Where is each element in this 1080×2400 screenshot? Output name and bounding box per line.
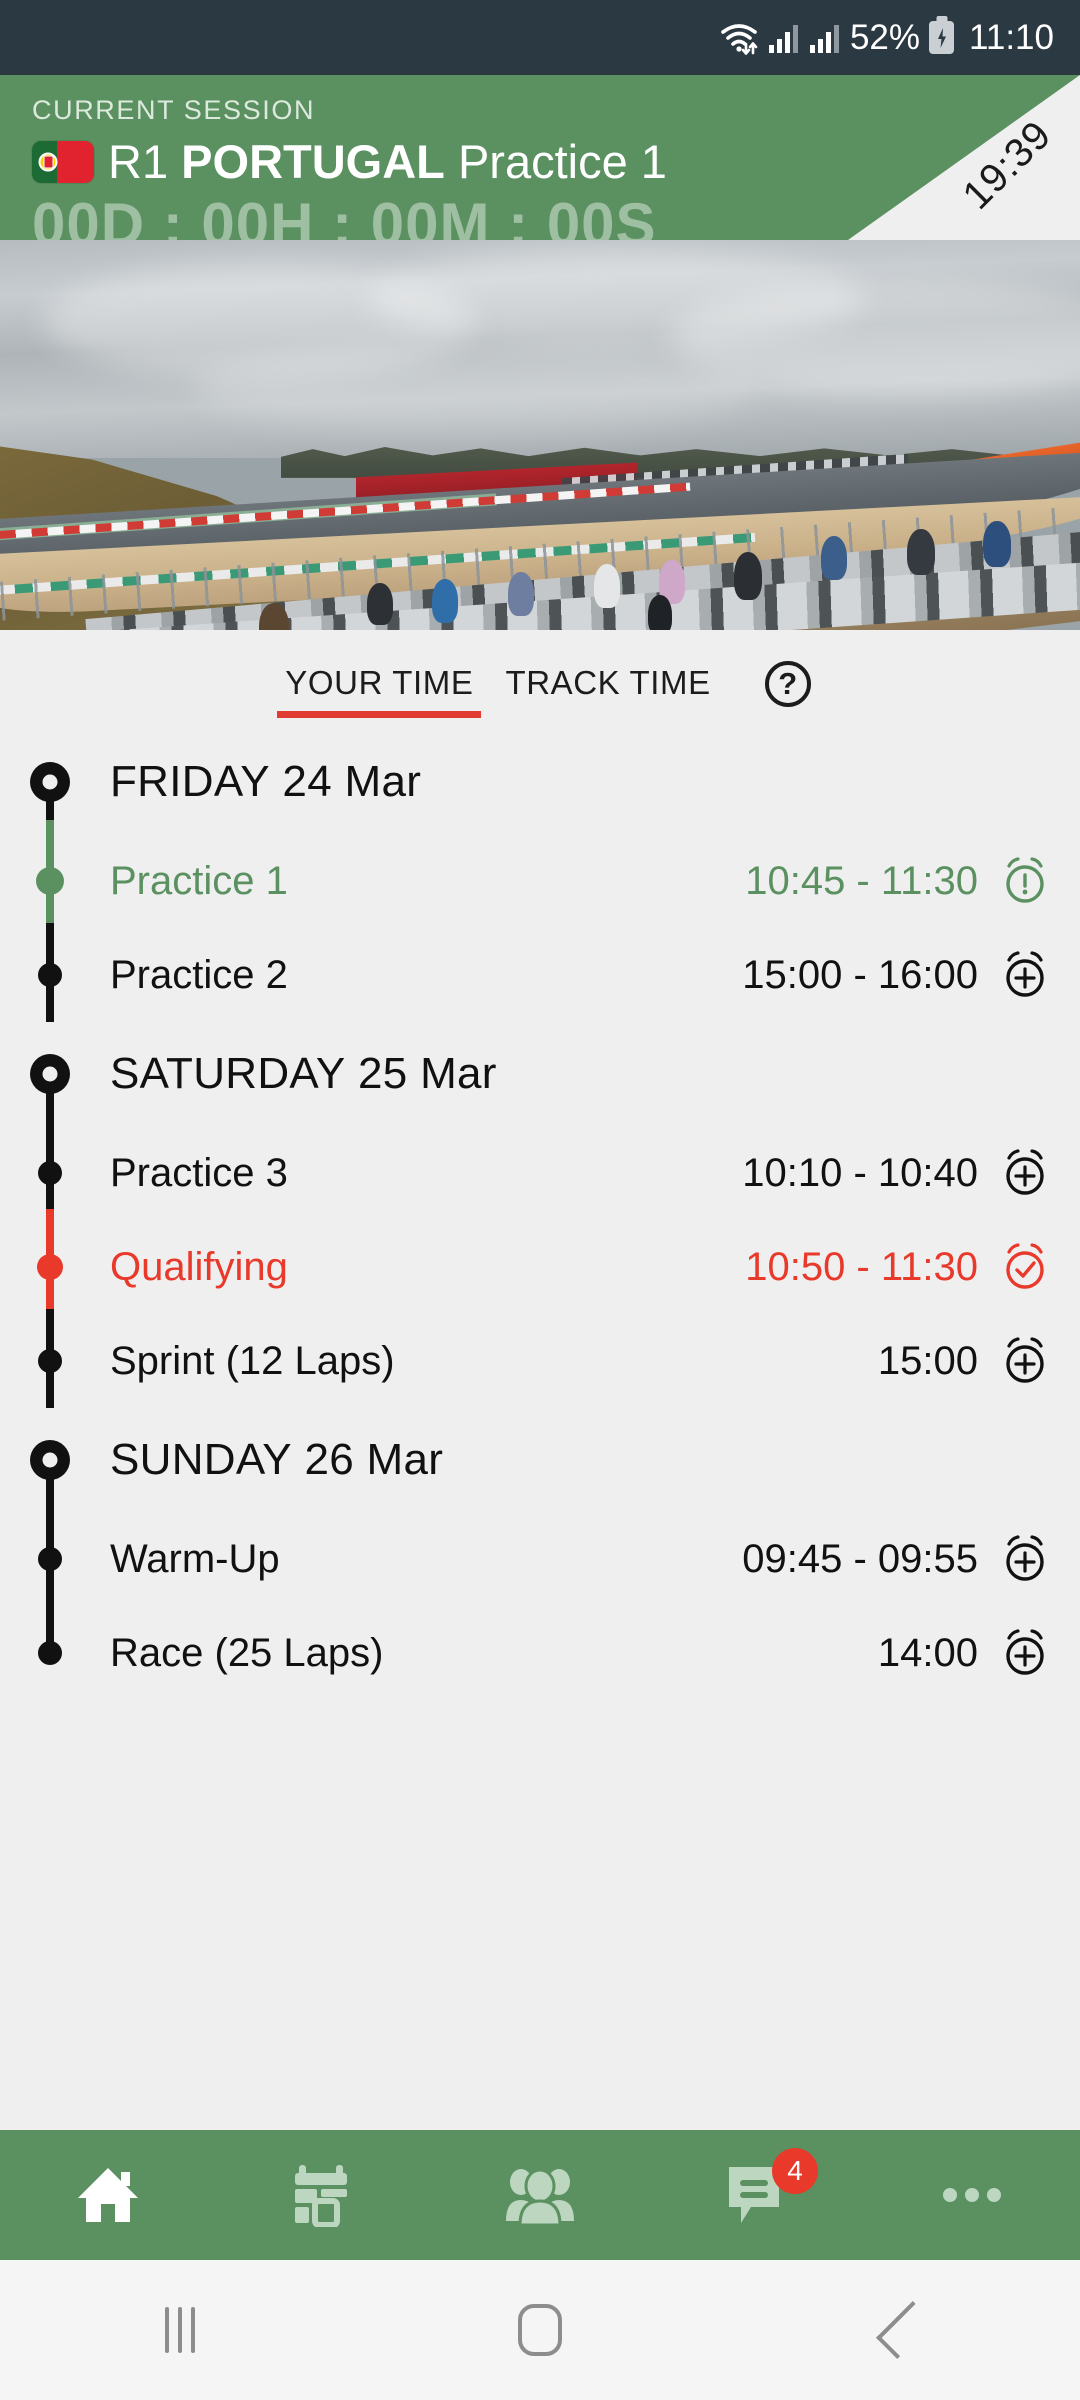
status-bar: 52% 11:10: [0, 0, 1080, 75]
session-name: Sprint (12 Laps): [110, 1338, 395, 1383]
alarm-check-icon[interactable]: [1000, 1242, 1050, 1292]
battery-charging-icon: [929, 21, 954, 54]
session-time: 14:00: [877, 1630, 978, 1675]
session-row[interactable]: Race (25 Laps) 14:00: [0, 1606, 1050, 1700]
more-icon: [942, 2185, 1002, 2205]
nav-calendar[interactable]: [216, 2130, 432, 2260]
countdown-timer: 00D : 00H : 00M : 00S: [32, 191, 657, 241]
current-session-kicker: CURRENT SESSION: [32, 95, 316, 125]
session-right: 10:10 - 10:40: [742, 1148, 1050, 1198]
day-name: SUNDAY: [110, 1435, 292, 1484]
session-right: 09:45 - 09:55: [742, 1534, 1050, 1584]
alarm-alert-icon[interactable]: [1000, 856, 1050, 906]
bottom-navigation: 4: [0, 2130, 1080, 2260]
day-block: SATURDAY 25 Mar Practice 3 10:10 - 10:40 Qu…: [0, 1022, 1050, 1408]
session-row[interactable]: Practice 3 10:10 - 10:40: [0, 1126, 1050, 1220]
session-schedule: FRIDAY 24 Mar Practice 1 10:45 - 11:30 Prac…: [0, 730, 1080, 2130]
day-label: SATURDAY 25 Mar: [110, 1049, 497, 1099]
alarm-add-icon[interactable]: [1000, 1534, 1050, 1584]
session-name: Practice 3: [110, 1150, 288, 1195]
portugal-flag-icon: [32, 140, 94, 183]
app-root: 52% 11:10 CURRENT SESSION R1 PORTUGAL Pr…: [0, 0, 1080, 2400]
android-home-icon: [518, 2304, 562, 2356]
status-clock: 11:10: [969, 17, 1054, 57]
android-home-button[interactable]: [360, 2304, 720, 2356]
session-time: 10:50 - 11:30: [745, 1244, 978, 1289]
round-label: R1: [108, 135, 169, 188]
country-label: PORTUGAL: [181, 135, 445, 188]
nav-home[interactable]: [0, 2130, 216, 2260]
nav-chat[interactable]: 4: [648, 2130, 864, 2260]
chat-badge: 4: [772, 2148, 818, 2194]
session-row[interactable]: Practice 1 10:45 - 11:30: [0, 834, 1050, 928]
day-date: 25 Mar: [358, 1049, 497, 1098]
day-name: FRIDAY: [110, 757, 270, 806]
session-right: 10:50 - 11:30: [745, 1242, 1050, 1292]
alarm-add-icon[interactable]: [1000, 1336, 1050, 1386]
home-icon: [75, 2164, 141, 2226]
android-back-button[interactable]: [720, 2301, 1080, 2359]
recents-icon: [165, 2307, 195, 2353]
session-name: Warm-Up: [110, 1536, 280, 1581]
day-block: FRIDAY 24 Mar Practice 1 10:45 - 11:30 Prac…: [0, 730, 1050, 1022]
alarm-add-icon[interactable]: [1000, 1148, 1050, 1198]
day-header-row: SATURDAY 25 Mar: [0, 1022, 1050, 1126]
calendar-icon: [293, 2163, 355, 2227]
android-recents-button[interactable]: [0, 2307, 360, 2353]
session-right: 15:00: [878, 1336, 1050, 1386]
session-name: Practice 2: [110, 952, 288, 997]
people-icon: [504, 2165, 576, 2225]
session-time: 15:00 - 16:00: [742, 952, 978, 997]
day-date: 24 Mar: [282, 757, 422, 806]
circuit-photo: [0, 240, 1080, 630]
session-name: Practice 1: [110, 858, 288, 903]
nav-more[interactable]: [864, 2130, 1080, 2260]
signal-bars-icon: [809, 22, 841, 54]
signal-bars-icon: [768, 22, 800, 54]
android-back-icon: [876, 2301, 934, 2359]
day-block: SUNDAY 26 Mar Warm-Up 09:45 - 09:55 Race (2…: [0, 1408, 1050, 1700]
time-mode-tabs: YOUR TIME TRACK TIME ?: [0, 630, 1080, 730]
battery-percent-label: 52%: [849, 17, 920, 57]
day-date: 26 Mar: [304, 1435, 444, 1484]
day-header-row: FRIDAY 24 Mar: [0, 730, 1050, 834]
session-time: 10:45 - 11:30: [745, 858, 978, 903]
session-name: Race (25 Laps): [110, 1630, 384, 1675]
day-label: SUNDAY 26 Mar: [110, 1435, 443, 1485]
session-row[interactable]: Practice 2 15:00 - 16:00: [0, 928, 1050, 1022]
session-name: Qualifying: [110, 1244, 288, 1289]
tab-track-time[interactable]: TRACK TIME: [489, 664, 726, 718]
day-label: FRIDAY 24 Mar: [110, 757, 421, 807]
wifi-icon: [719, 20, 759, 56]
session-right: 14:00: [878, 1628, 1050, 1678]
alarm-add-icon[interactable]: [1000, 1628, 1050, 1678]
session-row[interactable]: Sprint (12 Laps) 15:00: [0, 1314, 1050, 1408]
nav-people[interactable]: [432, 2130, 648, 2260]
alarm-add-icon[interactable]: [1000, 950, 1050, 1000]
session-time: 10:10 - 10:40: [742, 1150, 978, 1195]
session-row[interactable]: Qualifying 10:50 - 11:30: [0, 1220, 1050, 1314]
session-time: 15:00: [877, 1338, 978, 1383]
day-name: SATURDAY: [110, 1049, 346, 1098]
android-navigation-bar: [0, 2260, 1080, 2400]
session-time: 09:45 - 09:55: [742, 1536, 978, 1581]
session-right: 15:00 - 16:00: [742, 950, 1050, 1000]
current-session-header[interactable]: CURRENT SESSION R1 PORTUGAL Practice 1 0…: [0, 75, 1080, 240]
session-row[interactable]: Warm-Up 09:45 - 09:55: [0, 1512, 1050, 1606]
session-title-row: R1 PORTUGAL Practice 1: [32, 138, 1080, 185]
day-header-row: SUNDAY 26 Mar: [0, 1408, 1050, 1512]
session-title: R1 PORTUGAL Practice 1: [108, 138, 667, 185]
tab-your-time[interactable]: YOUR TIME: [269, 664, 489, 718]
session-right: 10:45 - 11:30: [745, 856, 1050, 906]
session-name-label: Practice 1: [457, 135, 667, 188]
help-circle-icon[interactable]: ?: [764, 661, 811, 707]
